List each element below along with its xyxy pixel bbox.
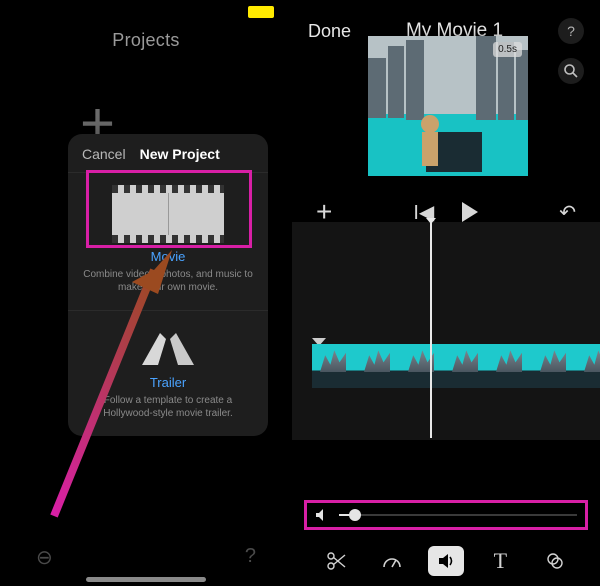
volume-control[interactable] xyxy=(304,500,588,530)
tool-row: T xyxy=(292,546,600,576)
help-circle-icon[interactable]: ? xyxy=(245,545,256,570)
volume-slider-track[interactable] xyxy=(339,514,577,516)
clip-thumb[interactable] xyxy=(356,344,400,388)
undo-button[interactable]: ↶ xyxy=(559,200,576,225)
movie-option-label: Movie xyxy=(78,249,258,264)
volume-slider-knob[interactable] xyxy=(349,509,361,521)
trailer-option[interactable]: Trailer Follow a template to create a Ho… xyxy=(68,310,268,436)
minus-circle-icon[interactable]: ⊖ xyxy=(36,545,53,570)
split-tool[interactable] xyxy=(319,546,355,576)
done-button[interactable]: Done xyxy=(308,21,351,42)
play-button[interactable] xyxy=(462,202,478,222)
filters-tool[interactable] xyxy=(537,546,573,576)
clip-thumb[interactable] xyxy=(400,344,444,388)
video-preview[interactable]: 0.5s xyxy=(368,36,528,176)
clip-strip[interactable] xyxy=(312,344,600,388)
text-tool[interactable]: T xyxy=(482,546,518,576)
movie-option-desc: Combine videos, photos, and music to mak… xyxy=(78,268,258,294)
zoom-button[interactable] xyxy=(558,58,584,84)
cancel-button[interactable]: Cancel xyxy=(82,146,126,162)
movie-option[interactable]: Movie Combine videos, photos, and music … xyxy=(68,172,268,310)
projects-title: Projects xyxy=(0,30,292,51)
clip-thumb[interactable] xyxy=(312,344,356,388)
home-indicator xyxy=(86,577,206,582)
new-project-title: New Project xyxy=(140,146,220,162)
speaker-icon xyxy=(315,508,329,522)
timeline-area[interactable] xyxy=(292,222,600,440)
trailer-option-desc: Follow a template to create a Hollywood-… xyxy=(78,394,258,420)
new-project-modal: Cancel New Project Movie Combine videos,… xyxy=(68,134,268,436)
status-pill xyxy=(248,6,274,18)
clip-thumb[interactable] xyxy=(488,344,532,388)
audio-tool[interactable] xyxy=(428,546,464,576)
help-button[interactable]: ? xyxy=(558,18,584,44)
editor-screen: Done My Movie 1 ? 0.5s + I◀ xyxy=(292,0,600,586)
clip-thumb[interactable] xyxy=(532,344,576,388)
filmstrip-icon xyxy=(112,185,224,243)
projects-screen: Projects + Cancel New Project Movie Comb… xyxy=(0,0,292,586)
clip-thumb[interactable] xyxy=(444,344,488,388)
timestamp-badge: 0.5s xyxy=(493,42,522,57)
trailer-option-label: Trailer xyxy=(78,375,258,390)
speed-tool[interactable] xyxy=(374,546,410,576)
trailer-icon xyxy=(136,329,200,369)
clip-thumb[interactable] xyxy=(576,344,600,388)
playhead[interactable] xyxy=(430,222,432,438)
